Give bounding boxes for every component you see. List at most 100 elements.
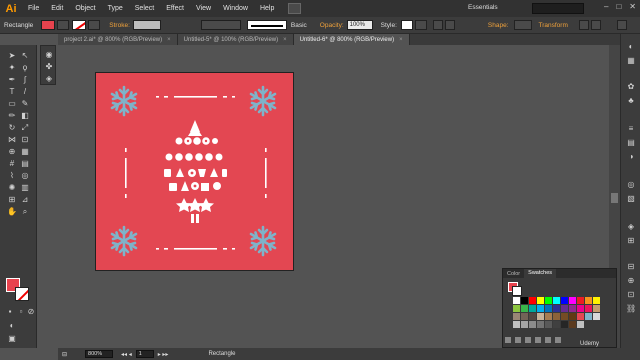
gradient-panel-icon[interactable]: ▤ — [626, 138, 636, 148]
opacity-label[interactable]: Opacity: — [317, 22, 347, 29]
swatch-cell[interactable] — [513, 297, 520, 304]
layers-icon[interactable]: ◈ — [44, 74, 54, 83]
panel-menu-icon[interactable] — [616, 20, 627, 30]
swatch-cell[interactable] — [529, 321, 536, 328]
stroke-panel-icon[interactable]: ≡ — [626, 124, 636, 134]
swatch-cell[interactable] — [569, 313, 576, 320]
appearance-panel-icon[interactable]: ◎ — [626, 180, 636, 190]
eraser-tool-icon[interactable]: ◧ — [20, 111, 30, 120]
swatch-cell[interactable] — [585, 297, 592, 304]
none-mode-icon[interactable]: ⊘ — [26, 307, 36, 316]
menu-object[interactable]: Object — [69, 5, 101, 12]
swatch-cell[interactable] — [577, 305, 584, 312]
fill-dropdown[interactable] — [57, 20, 70, 30]
paintbrush-tool-icon[interactable]: ✎ — [20, 99, 30, 108]
menu-type[interactable]: Type — [102, 5, 129, 12]
swatch-cell[interactable] — [593, 297, 600, 304]
delete-swatch-icon[interactable] — [555, 337, 561, 343]
swatch-cell[interactable] — [545, 313, 552, 320]
blend-tool-icon[interactable]: ◎ — [20, 171, 30, 180]
swatch-cell[interactable] — [577, 313, 584, 320]
swatch-libraries-icon[interactable] — [505, 337, 511, 343]
stroke-dropdown[interactable] — [88, 20, 101, 30]
transform-panel-icon[interactable]: ⊡ — [626, 290, 636, 300]
swatch-cell[interactable] — [521, 297, 528, 304]
swatch-cell[interactable] — [561, 313, 568, 320]
fill-swatch[interactable] — [41, 20, 56, 30]
menu-help[interactable]: Help — [254, 5, 280, 12]
selection-tool-icon[interactable]: ➤ — [7, 51, 17, 60]
swatch-cell[interactable] — [537, 313, 544, 320]
color-panel-icon[interactable]: ◐ — [626, 42, 636, 52]
rotate-tool-icon[interactable]: ↻ — [7, 123, 17, 132]
magic-wand-tool-icon[interactable]: ✦ — [7, 63, 17, 72]
search-input[interactable] — [532, 3, 584, 14]
default-colors-icon[interactable]: ▪ — [5, 307, 15, 316]
swatch-cell[interactable] — [537, 321, 544, 328]
workspace-switcher[interactable]: Essentials — [468, 4, 528, 14]
zoom-tool-icon[interactable]: ⌕ — [20, 207, 30, 216]
swatch-cell[interactable] — [569, 321, 576, 328]
swatch-cell[interactable] — [561, 321, 568, 328]
direct-selection-tool-icon[interactable]: ↖ — [20, 51, 30, 60]
new-color-group-icon[interactable] — [535, 337, 541, 343]
menu-select[interactable]: Select — [129, 5, 160, 12]
swatch-cell[interactable] — [521, 321, 528, 328]
tab-untitled-5[interactable]: Untitled-5* @ 100% (RGB/Preview) × — [177, 34, 294, 45]
bridge-icon[interactable] — [288, 3, 302, 14]
variable-width-field[interactable] — [200, 20, 241, 30]
swatch-cell[interactable] — [585, 305, 592, 312]
line-tool-icon[interactable]: / — [20, 87, 30, 96]
stroke-weight-field[interactable] — [132, 20, 161, 30]
color-guide-icon[interactable]: ◉ — [44, 50, 54, 59]
pen-tool-icon[interactable]: ✒ — [7, 75, 17, 84]
gradient-mode-icon[interactable]: ▫ — [16, 307, 26, 316]
stroke-swatch[interactable] — [72, 20, 87, 30]
free-transform-tool-icon[interactable]: ⊡ — [20, 135, 30, 144]
swatch-cell[interactable] — [577, 321, 584, 328]
gradient-tool-icon[interactable]: ▤ — [20, 159, 30, 168]
symbol-sprayer-tool-icon[interactable]: ✺ — [7, 183, 17, 192]
transparency-panel-icon[interactable]: ◑ — [626, 152, 636, 162]
swatch-cell[interactable] — [569, 297, 576, 304]
swatch-cell[interactable] — [577, 297, 584, 304]
swatch-cell[interactable] — [593, 305, 600, 312]
prev-artboard-icon[interactable]: ◂◂ ◂ — [121, 351, 132, 358]
scale-tool-icon[interactable]: ⤢ — [20, 123, 30, 132]
swatch-cell[interactable] — [593, 313, 600, 320]
tab-project-2[interactable]: project 2.ai* @ 800% (RGB/Preview) × — [58, 34, 178, 45]
swatch-cell[interactable] — [521, 305, 528, 312]
lasso-tool-icon[interactable]: ϙ — [20, 63, 30, 72]
zoom-dropdown-icon[interactable]: ⊟ — [62, 351, 67, 358]
new-swatch-icon[interactable] — [545, 337, 551, 343]
swatch-cell[interactable] — [513, 321, 520, 328]
shape-builder-tool-icon[interactable]: ⊕ — [7, 147, 17, 156]
recolor-icon[interactable] — [432, 20, 443, 30]
menu-file[interactable]: File — [22, 5, 45, 12]
isolate-icon[interactable] — [590, 20, 601, 30]
stroke-label[interactable]: Stroke: — [106, 22, 133, 29]
mesh-tool-icon[interactable]: # — [7, 159, 17, 168]
swatch-cell[interactable] — [537, 297, 544, 304]
maximize-icon[interactable]: □ — [616, 2, 621, 11]
swatch-cell[interactable] — [585, 313, 592, 320]
width-tool-icon[interactable]: ⋈ — [7, 135, 17, 144]
scroll-thumb[interactable] — [611, 193, 618, 203]
arrange-icon[interactable] — [578, 20, 589, 30]
pencil-tool-icon[interactable]: ✏ — [7, 111, 17, 120]
pathfinder-panel-icon[interactable]: ⊕ — [626, 276, 636, 286]
artboard-tool-icon[interactable]: ⊞ — [7, 195, 17, 204]
artboards-panel-icon[interactable]: ⊞ — [626, 236, 636, 246]
draw-mode-icon[interactable]: ◐ — [7, 321, 17, 330]
align-panel-icon[interactable]: ⊟ — [626, 262, 636, 272]
menu-view[interactable]: View — [190, 5, 217, 12]
graphic-styles-panel-icon[interactable]: ▧ — [626, 194, 636, 204]
swatch-cell[interactable] — [545, 297, 552, 304]
opacity-field[interactable]: 100% — [346, 20, 373, 30]
brush-preview[interactable] — [246, 20, 287, 30]
slice-tool-icon[interactable]: ⊿ — [20, 195, 30, 204]
color-guide-panel-icon[interactable]: ▦ — [626, 56, 636, 66]
screen-mode-icon[interactable]: ▣ — [7, 334, 17, 343]
tab-color[interactable]: Color — [503, 271, 524, 277]
tab-swatches[interactable]: Swatches — [524, 269, 557, 278]
